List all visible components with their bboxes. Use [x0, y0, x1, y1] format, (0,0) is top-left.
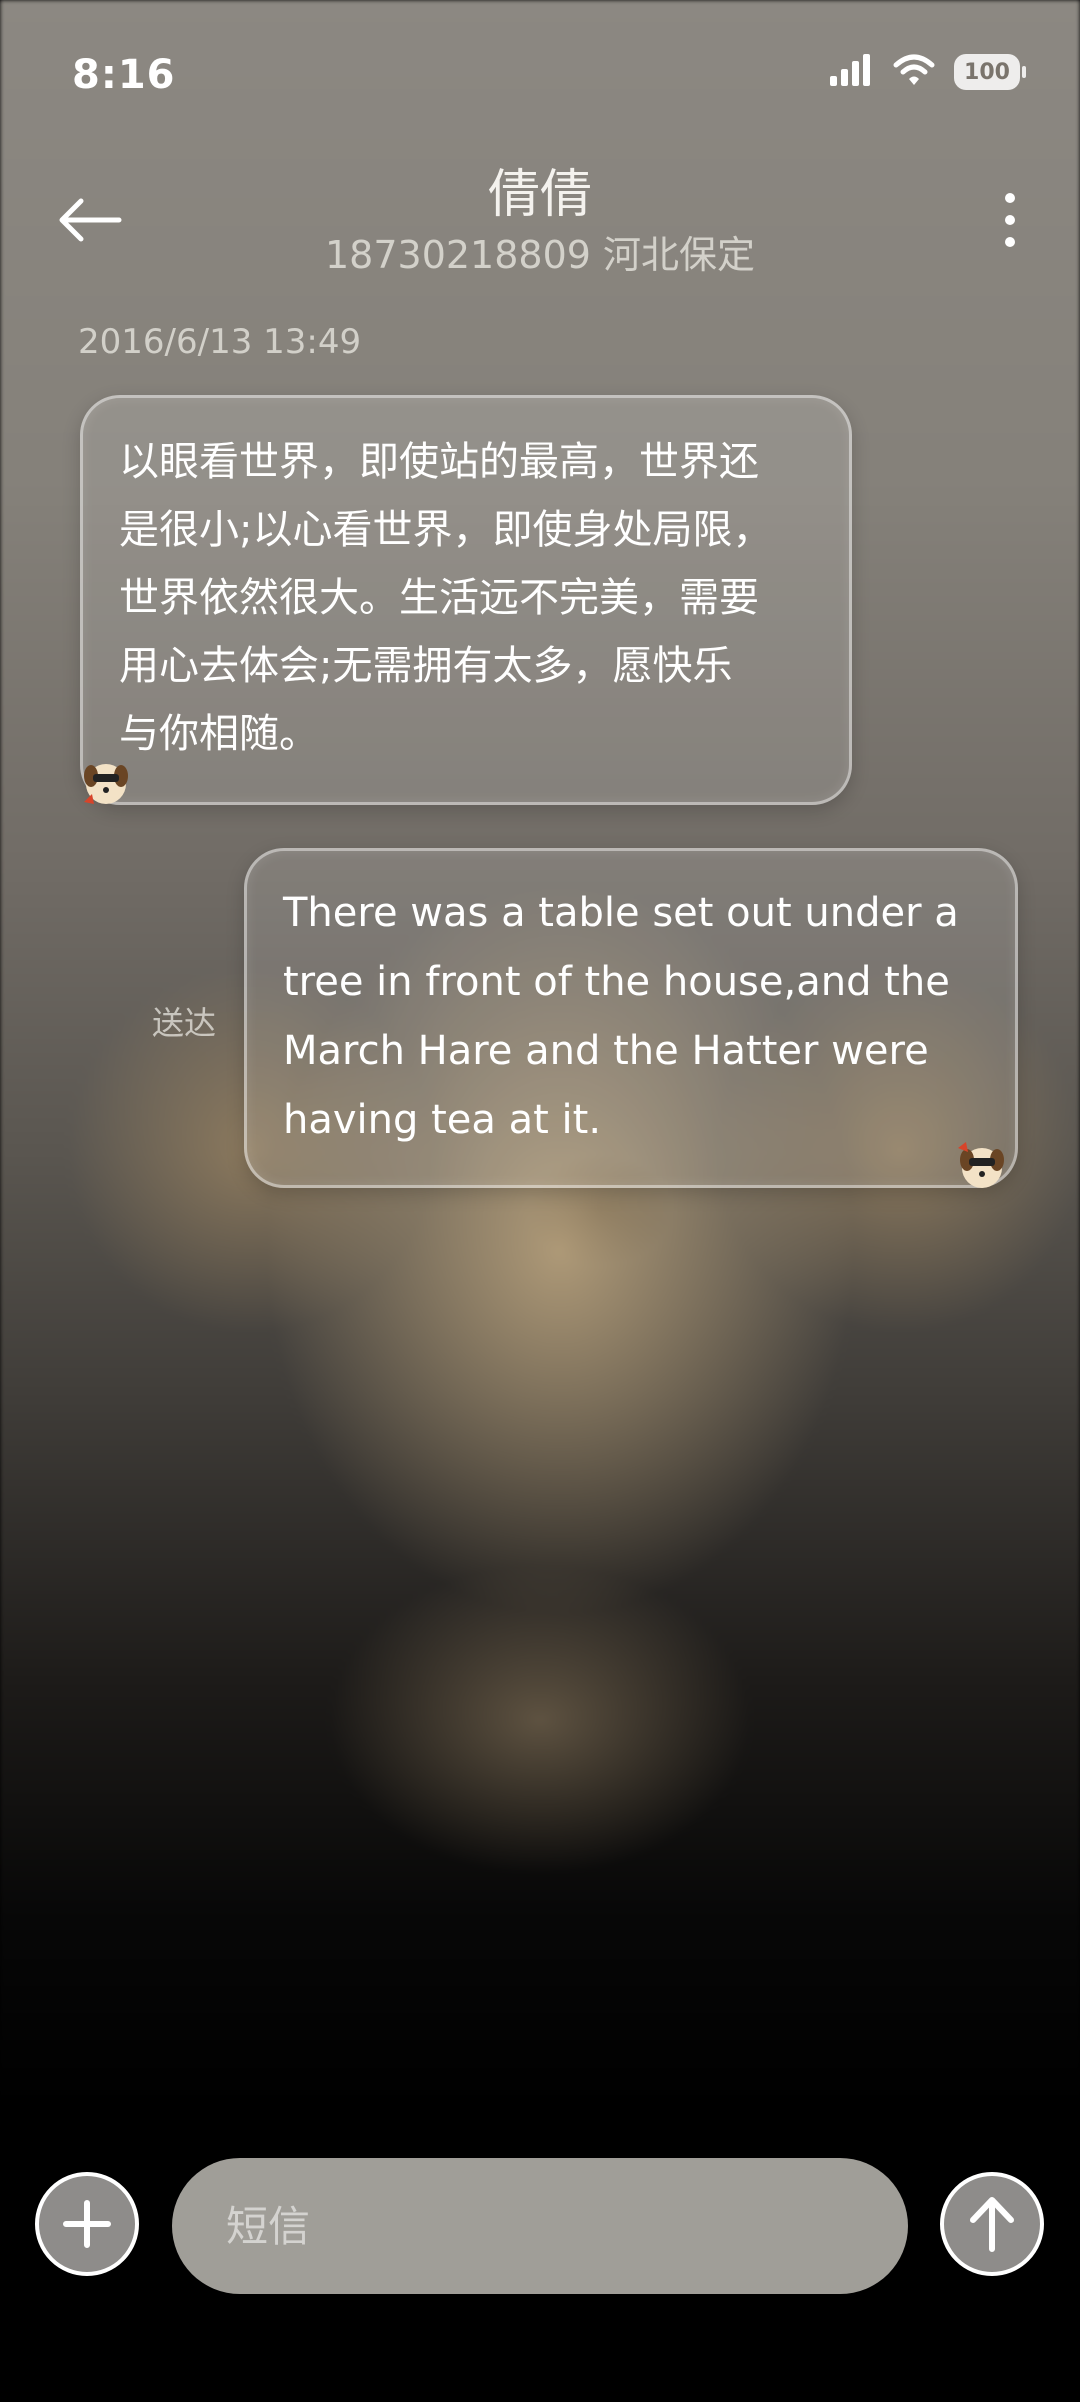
more-options-button[interactable]	[980, 180, 1040, 260]
message-line: March Hare and the Hatter were	[283, 1028, 929, 1074]
message-line: having tea at it.	[283, 1097, 602, 1143]
puppy-sticker-icon	[954, 1138, 1010, 1194]
conversation-screen: 8:16 100 倩倩 18730218809 河北保定 2016/6/13 1…	[0, 0, 1080, 2402]
battery-icon: 100	[954, 54, 1026, 90]
arrow-up-icon	[970, 2197, 1014, 2252]
more-vertical-icon	[1005, 193, 1015, 247]
contact-name: 倩倩	[487, 165, 592, 225]
incoming-message-bubble[interactable]: 以眼看世界，即使站的最高，世界还 是很小;以心看世界，即使身处局限， 世界依然很…	[80, 395, 852, 805]
puppy-sticker-icon	[78, 754, 134, 810]
message-date: 2016/6/13 13:49	[78, 322, 362, 362]
conversation-header: 倩倩 18730218809 河北保定	[0, 140, 1080, 290]
wifi-icon	[892, 52, 936, 92]
message-input[interactable]	[172, 2158, 908, 2294]
message-line: 与你相随。	[119, 711, 319, 757]
delivery-status: 送达	[152, 1004, 217, 1042]
message-line: 以眼看世界，即使站的最高，世界还	[119, 439, 759, 485]
send-button[interactable]	[940, 2172, 1044, 2276]
status-bar: 8:16 100	[0, 0, 1080, 150]
signal-icon	[828, 52, 874, 92]
message-line: 用心去体会;无需拥有太多，愿快乐	[119, 643, 733, 689]
message-line: tree in front of the house,and the	[283, 959, 950, 1005]
plus-icon	[63, 2200, 111, 2248]
message-line: There was a table set out under a	[283, 890, 959, 936]
add-attachment-button[interactable]	[35, 2172, 139, 2276]
status-icons: 100	[828, 52, 1026, 92]
contact-info: 18730218809 河北保定	[324, 233, 756, 277]
status-time: 8:16	[72, 52, 176, 98]
message-line: 是很小;以心看世界，即使身处局限，	[119, 507, 773, 553]
outgoing-message-bubble[interactable]: There was a table set out under a tree i…	[244, 848, 1018, 1188]
battery-level: 100	[964, 59, 1010, 85]
message-composer	[0, 2150, 1080, 2310]
message-line: 世界依然很大。生活远不完美，需要	[119, 575, 759, 621]
